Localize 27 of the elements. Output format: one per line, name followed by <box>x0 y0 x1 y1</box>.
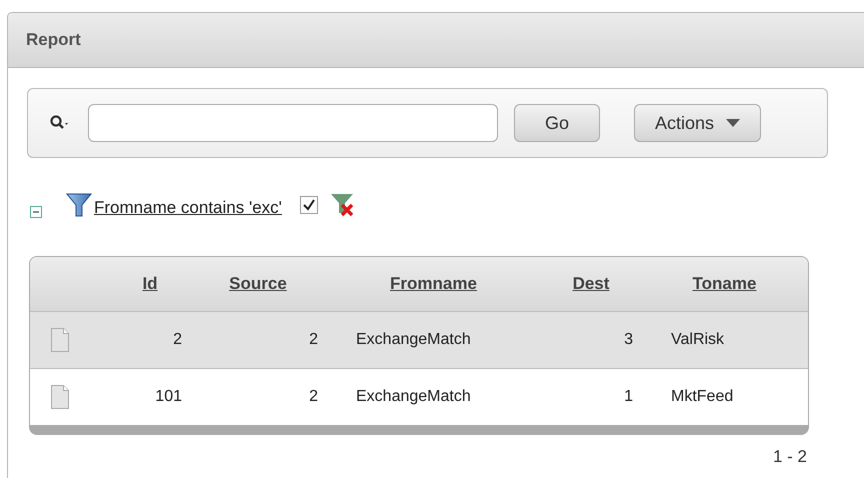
funnel-icon <box>66 192 92 218</box>
filter-link[interactable]: Fromname contains 'exc' <box>94 198 282 218</box>
pagination-text: 1 - 2 <box>772 447 807 467</box>
table-cell-text: 2 <box>309 331 319 349</box>
search-field[interactable] <box>88 104 498 142</box>
table-cell-text: 1 <box>624 388 634 406</box>
table-cell-text: ExchangeMatch <box>355 388 471 406</box>
remove-filter-icon[interactable] <box>330 192 356 218</box>
table-cell-text: 3 <box>624 331 634 349</box>
actions-button[interactable]: Actions <box>634 104 762 142</box>
column-header[interactable]: Id <box>142 274 158 294</box>
table-cell-text: ExchangeMatch <box>355 331 471 349</box>
go-button[interactable]: Go <box>514 104 600 142</box>
filter-checkbox[interactable] <box>300 196 318 214</box>
table-cell-text: ValRisk <box>670 331 724 349</box>
table-cell-text: MktFeed <box>670 388 734 406</box>
caret-icon <box>726 119 740 127</box>
table-cell-text: 2 <box>309 388 319 406</box>
table-cell-text: 2 <box>173 331 183 349</box>
collapse-icon[interactable] <box>30 206 42 218</box>
column-header[interactable]: Dest <box>572 274 610 294</box>
table-row[interactable]: 2 2 ExchangeMatch 3 ValRisk <box>30 312 808 369</box>
panel-title: Report <box>26 30 81 50</box>
column-header[interactable]: Fromname <box>390 274 477 294</box>
column-header[interactable]: Source <box>229 274 287 294</box>
column-header[interactable]: Toname <box>692 274 756 294</box>
table-cell-text: 101 <box>155 388 183 406</box>
